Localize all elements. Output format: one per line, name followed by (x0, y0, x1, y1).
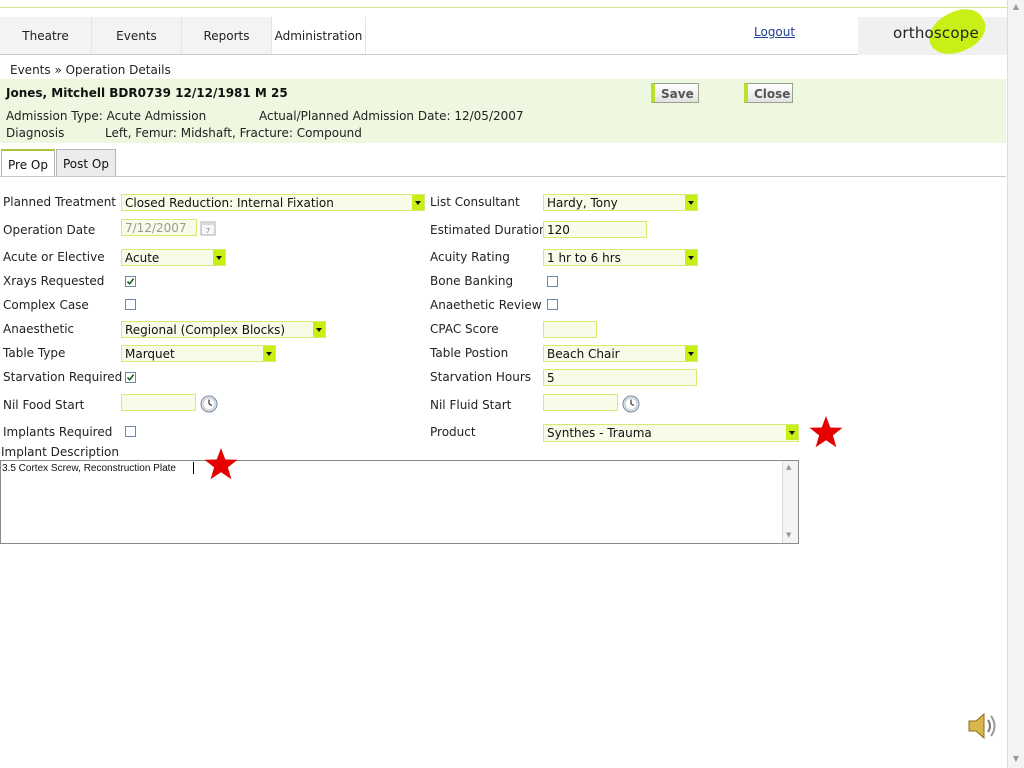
admission-type: Admission Type: Acute Admission (6, 109, 207, 123)
xrays-requested-checkbox[interactable] (125, 276, 136, 287)
implant-description-value: 3.5 Cortex Screw, Reconstruction Plate (2, 463, 176, 474)
speaker-icon[interactable] (965, 709, 999, 746)
starvation-hours-value: 5 (547, 371, 555, 385)
anaesthetic-select[interactable]: Regional (Complex Blocks) (121, 321, 326, 338)
starvation-hours-label: Starvation Hours (430, 370, 532, 384)
table-type-label: Table Type (3, 346, 66, 360)
starvation-hours-field[interactable]: 5 (543, 369, 697, 386)
operation-date-field[interactable]: 7/12/2007 (121, 219, 197, 236)
implants-required-checkbox[interactable] (125, 426, 136, 437)
anaesthetic-label: Anaesthetic (3, 322, 75, 336)
complex-case-label: Complex Case (3, 298, 89, 312)
patient-summary: Jones, Mitchell BDR0739 12/12/1981 M 25 (6, 86, 288, 100)
cpac-score-label: CPAC Score (430, 322, 499, 336)
logo: orthoscope (893, 24, 979, 42)
operation-date-label: Operation Date (3, 223, 96, 237)
calendar-icon[interactable]: 7 (200, 220, 216, 236)
nil-fluid-start-field[interactable] (543, 394, 618, 411)
chevron-down-icon[interactable] (313, 322, 325, 337)
tab-divider (0, 176, 1006, 177)
product-select[interactable]: Synthes - Trauma (543, 424, 799, 442)
breadcrumb: Events » Operation Details (10, 63, 171, 77)
save-button[interactable]: Save (651, 83, 699, 103)
planned-treatment-label: Planned Treatment (3, 195, 117, 209)
estimated-duration-field[interactable]: 120 (543, 221, 647, 238)
acuity-rating-value: 1 hr to 6 hrs (547, 251, 621, 265)
implants-required-label: Implants Required (3, 425, 113, 439)
top-accent-line (0, 7, 1007, 8)
scroll-up-icon[interactable]: ▲ (1011, 2, 1021, 12)
nil-food-start-field[interactable] (121, 394, 196, 411)
planned-treatment-select[interactable]: Closed Reduction: Internal Fixation (121, 194, 425, 211)
scroll-up-icon[interactable]: ▲ (786, 463, 791, 471)
clock-icon[interactable] (622, 395, 640, 413)
chevron-down-icon[interactable] (685, 250, 697, 265)
scroll-down-icon[interactable]: ▼ (1011, 754, 1021, 764)
estimated-duration-value: 120 (547, 223, 570, 237)
text-cursor (193, 462, 194, 474)
nav-tab-events[interactable]: Events (92, 17, 182, 55)
close-button[interactable]: Close (744, 83, 793, 103)
acuity-rating-select[interactable]: 1 hr to 6 hrs (543, 249, 698, 266)
nav-divider (0, 54, 1007, 55)
acute-or-elective-label: Acute or Elective (3, 250, 105, 264)
cpac-score-field[interactable] (543, 321, 597, 338)
complex-case-checkbox[interactable] (125, 299, 136, 310)
diagnosis-label: Diagnosis (6, 126, 65, 140)
nil-food-start-label: Nil Food Start (3, 398, 85, 412)
tab-post-op[interactable]: Post Op (56, 149, 116, 176)
acute-or-elective-select[interactable]: Acute (121, 249, 226, 266)
estimated-duration-label: Estimated Duration (430, 223, 547, 237)
star-marker-icon (808, 415, 844, 452)
scroll-down-icon[interactable]: ▼ (786, 531, 791, 539)
chevron-down-icon[interactable] (685, 195, 697, 210)
chevron-down-icon[interactable] (786, 425, 798, 440)
anaethetic-review-checkbox[interactable] (547, 299, 558, 310)
product-label: Product (430, 425, 476, 439)
planned-treatment-value: Closed Reduction: Internal Fixation (125, 196, 334, 210)
chevron-down-icon[interactable] (263, 346, 275, 361)
table-postion-value: Beach Chair (547, 347, 620, 361)
starvation-required-label: Starvation Required (3, 370, 123, 384)
table-type-select[interactable]: Marquet (121, 345, 276, 362)
table-postion-label: Table Postion (430, 346, 509, 360)
anaesthetic-value: Regional (Complex Blocks) (125, 323, 286, 337)
textarea-scrollbar[interactable]: ▲ ▼ (782, 461, 798, 543)
implant-description-label: Implant Description (1, 445, 120, 459)
admission-date: Actual/Planned Admission Date: 12/05/200… (259, 109, 524, 123)
starvation-required-checkbox[interactable] (125, 372, 136, 383)
chevron-down-icon[interactable] (213, 250, 225, 265)
anaethetic-review-label: Anaethetic Review (430, 298, 542, 312)
nav-tab-administration[interactable]: Administration (272, 17, 366, 55)
list-consultant-label: List Consultant (430, 195, 520, 209)
acute-or-elective-value: Acute (125, 251, 160, 265)
operation-date-value: 7/12/2007 (125, 221, 187, 235)
nav-tab-reports[interactable]: Reports (182, 17, 272, 55)
table-type-value: Marquet (125, 347, 175, 361)
xrays-requested-label: Xrays Requested (3, 274, 105, 288)
list-consultant-select[interactable]: Hardy, Tony (543, 194, 698, 211)
table-postion-select[interactable]: Beach Chair (543, 345, 698, 362)
bone-banking-label: Bone Banking (430, 274, 514, 288)
list-consultant-value: Hardy, Tony (547, 196, 618, 210)
chevron-down-icon[interactable] (685, 346, 697, 361)
star-marker-icon (203, 447, 239, 484)
svg-text:7: 7 (206, 227, 210, 235)
product-value: Synthes - Trauma (547, 426, 652, 440)
nil-fluid-start-label: Nil Fluid Start (430, 398, 512, 412)
nav-tab-theatre[interactable]: Theatre (0, 17, 92, 55)
page-scrollbar[interactable]: ▲ ▼ (1007, 0, 1024, 768)
chevron-down-icon[interactable] (412, 195, 424, 210)
acuity-rating-label: Acuity Rating (430, 250, 510, 264)
clock-icon[interactable] (200, 395, 218, 413)
logout-link[interactable]: Logout (754, 25, 795, 39)
diagnosis-value: Left, Femur: Midshaft, Fracture: Compoun… (105, 126, 362, 140)
bone-banking-checkbox[interactable] (547, 276, 558, 287)
tab-pre-op[interactable]: Pre Op (1, 149, 55, 177)
